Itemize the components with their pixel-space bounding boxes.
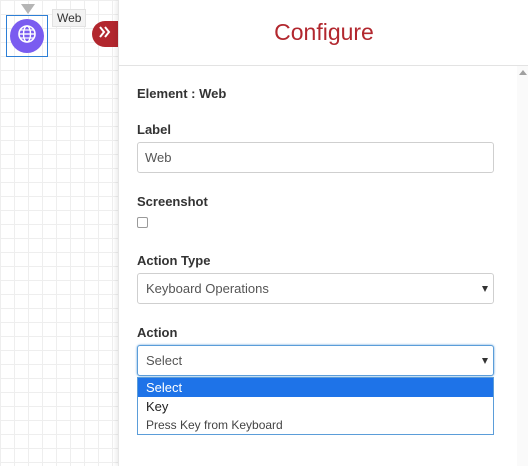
label-input[interactable] <box>137 142 494 173</box>
screenshot-checkbox[interactable] <box>137 217 148 228</box>
dropdown-option-press-key[interactable]: Press Key from Keyboard <box>138 416 493 434</box>
double-chevron-right-icon <box>98 25 112 43</box>
globe-icon <box>17 24 37 49</box>
action-select[interactable]: Select <box>137 345 494 376</box>
screenshot-field-title: Screenshot <box>137 194 208 209</box>
action-field-title: Action <box>137 325 178 340</box>
chevron-down-icon <box>482 358 488 364</box>
panel-title: Configure <box>274 19 374 45</box>
panel-scrollbar[interactable] <box>517 66 528 466</box>
web-node-label: Web <box>52 9 87 27</box>
web-node[interactable] <box>6 15 48 57</box>
chevron-down-icon <box>482 286 488 292</box>
action-value: Select <box>146 353 183 368</box>
label-field-title: Label <box>137 122 171 137</box>
collapse-panel-button[interactable] <box>92 21 118 47</box>
dropdown-option-select[interactable]: Select <box>138 378 493 397</box>
action-type-field-title: Action Type <box>137 253 211 268</box>
element-name-text: Element : Web <box>137 86 227 101</box>
configure-panel: Configure Element : Web Label Screenshot… <box>118 0 528 466</box>
scroll-up-arrow-icon[interactable] <box>519 70 527 75</box>
action-type-value: Keyboard Operations <box>146 281 269 296</box>
node-connector-pin <box>21 4 35 14</box>
action-dropdown-list: Select Key Press Key from Keyboard <box>137 377 494 435</box>
web-node-circle[interactable] <box>10 19 44 53</box>
action-type-select[interactable]: Keyboard Operations <box>137 273 494 304</box>
panel-header: Configure <box>119 0 528 66</box>
dropdown-optgroup-key: Key <box>146 399 169 414</box>
